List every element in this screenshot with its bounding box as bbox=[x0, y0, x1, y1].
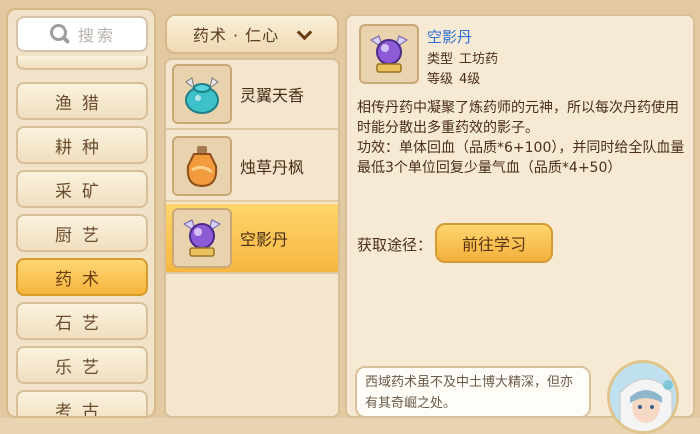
category-item-archaeology[interactable]: 考古 bbox=[16, 390, 148, 416]
list-item-selected[interactable]: 空影丹 bbox=[166, 204, 338, 274]
chevron-down-icon bbox=[297, 27, 311, 41]
category-item-cooking[interactable]: 厨艺 bbox=[16, 214, 148, 252]
search-placeholder: 搜索 bbox=[77, 26, 116, 45]
description-text: 相传丹药中凝聚了炼药师的元神，所以每次丹药使用时能分散出多重药效的影子。 bbox=[357, 100, 679, 136]
category-item-stonework[interactable]: 石艺 bbox=[16, 302, 148, 340]
game-window: 搜索 渔猎 耕种 采矿 厨艺 药术 石艺 乐艺 考古 药术 · 仁心 灵翼天香 … bbox=[0, 0, 700, 434]
obtain-label: 获取途径： bbox=[357, 236, 433, 254]
search-box[interactable]: 搜索 bbox=[16, 16, 148, 52]
go-learn-button[interactable]: 前往学习 bbox=[435, 223, 553, 263]
npc-avatar[interactable] bbox=[607, 360, 679, 434]
item-type: 类型 工坊药 bbox=[427, 48, 498, 67]
effect-text: 功效：单体回血（品质*6+100），并同时给全队血量最低3个单位回复少量气血（品… bbox=[357, 140, 685, 176]
item-name: 空影丹 bbox=[240, 230, 289, 249]
purple-orb-pill-icon bbox=[359, 24, 419, 84]
level-label: 等级 bbox=[427, 72, 454, 87]
item-title: 空影丹 bbox=[427, 28, 473, 46]
category-item-music[interactable]: 乐艺 bbox=[16, 346, 148, 384]
subcategory-dropdown[interactable]: 药术 · 仁心 bbox=[165, 14, 339, 54]
category-sidebar: 搜索 渔猎 耕种 采矿 厨艺 药术 石艺 乐艺 考古 bbox=[6, 8, 156, 418]
category-item-fishing[interactable]: 渔猎 bbox=[16, 82, 148, 120]
orange-potion-bottle-icon bbox=[172, 136, 232, 196]
dropdown-label: 药术 · 仁心 bbox=[192, 26, 280, 45]
category-item-partial-top bbox=[16, 56, 148, 70]
list-item[interactable]: 灵翼天香 bbox=[166, 60, 338, 130]
recipe-list: 灵翼天香 烛草丹枫 空影丹 bbox=[164, 58, 340, 418]
search-icon bbox=[48, 23, 70, 45]
list-item[interactable]: 烛草丹枫 bbox=[166, 132, 338, 202]
category-item-mining[interactable]: 采矿 bbox=[16, 170, 148, 208]
type-value: 工坊药 bbox=[459, 52, 499, 67]
item-detail-panel: 空影丹 类型 工坊药 等级 4级 相传丹药中凝聚了炼药师的元神，所以每次丹药使用时能… bbox=[345, 14, 695, 434]
level-value: 4级 bbox=[459, 72, 481, 87]
category-item-medicine[interactable]: 药术 bbox=[16, 258, 148, 296]
item-name: 灵翼天香 bbox=[240, 86, 305, 105]
item-description: 相传丹药中凝聚了炼药师的元神，所以每次丹药使用时能分散出多重药效的影子。 功效：… bbox=[357, 98, 687, 178]
blue-winged-pot-icon bbox=[172, 64, 232, 124]
purple-orb-pill-icon bbox=[172, 208, 232, 268]
category-item-farming[interactable]: 耕种 bbox=[16, 126, 148, 164]
item-level: 等级 4级 bbox=[427, 68, 480, 87]
item-name: 烛草丹枫 bbox=[240, 158, 305, 177]
npc-speech-bubble: 西域药术虽不及中土博大精深，但亦有其奇崛之处。 bbox=[355, 366, 591, 418]
type-label: 类型 bbox=[427, 52, 454, 67]
